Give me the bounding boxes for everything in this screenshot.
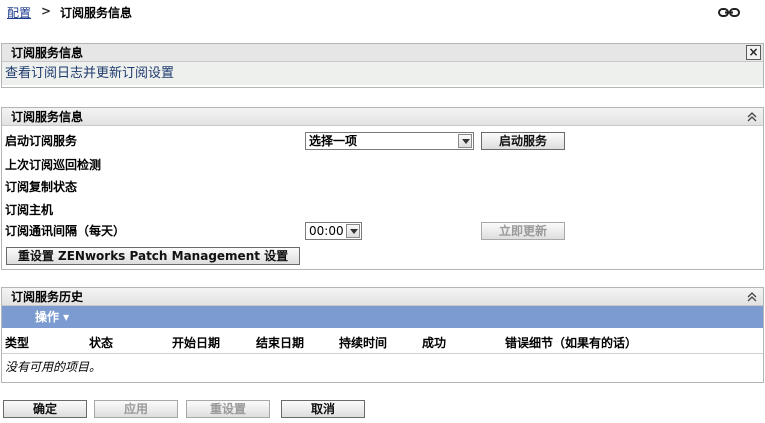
breadcrumb-separator: >	[41, 4, 52, 18]
update-now-button[interactable]: 立即更新	[481, 222, 565, 240]
column-header[interactable]: 结束日期	[256, 334, 304, 351]
table-header: 类型 状态 开始日期 结束日期 持续时间 成功 错误细节（如果有的话）	[2, 328, 763, 354]
info-panel-header: 订阅服务信息 ×	[2, 44, 763, 62]
link-icon[interactable]	[718, 7, 740, 19]
last-poll-label: 上次订阅巡回检测	[5, 158, 102, 172]
info-panel: 订阅服务信息 × 查看订阅日志并更新订阅设置	[1, 43, 764, 88]
replication-status-label: 订阅复制状态	[5, 180, 78, 194]
interval-label: 订阅通讯间隔（每天）	[5, 224, 126, 238]
column-header[interactable]: 持续时间	[339, 334, 387, 351]
history-panel-title: 订阅服务历史	[11, 290, 84, 304]
column-header[interactable]: 状态	[89, 334, 113, 351]
action-menu[interactable]: 操作 ▾	[35, 310, 69, 324]
apply-button[interactable]: 应用	[94, 400, 178, 418]
table-row: 没有可用的项目。	[2, 354, 763, 378]
breadcrumb-config-link[interactable]: 配置	[7, 4, 31, 21]
page-title: 订阅服务信息	[60, 6, 133, 20]
collapse-icon[interactable]	[746, 111, 758, 123]
action-bar: 操作 ▾	[2, 306, 763, 328]
info-description: 查看订阅日志并更新订阅设置	[2, 62, 763, 85]
column-header[interactable]: 错误细节（如果有的话）	[505, 334, 637, 351]
subscription-host-label: 订阅主机	[5, 203, 54, 217]
reset-patch-settings-button[interactable]: 重设置 ZENworks Patch Management 设置	[6, 247, 300, 265]
collapse-icon[interactable]	[746, 291, 758, 303]
info-panel-title: 订阅服务信息	[11, 46, 84, 60]
column-header[interactable]: 开始日期	[172, 334, 220, 351]
start-service-select[interactable]: 选择一项	[305, 132, 474, 150]
service-panel-title: 订阅服务信息	[11, 110, 84, 124]
start-service-label: 启动订阅服务	[5, 134, 78, 148]
history-panel-header: 订阅服务历史	[2, 288, 763, 306]
service-panel-header: 订阅服务信息	[2, 108, 763, 126]
ok-button[interactable]: 确定	[3, 400, 87, 418]
start-service-select-value: 选择一项	[309, 134, 358, 148]
reset-button[interactable]: 重设置	[186, 400, 270, 418]
column-header[interactable]: 成功	[422, 334, 446, 351]
chevron-down-icon[interactable]	[458, 134, 472, 148]
service-panel: 订阅服务信息 启动订阅服务 上次订阅巡回检测 订阅复制状态 订阅主机 订阅通讯间…	[1, 107, 764, 270]
close-icon[interactable]: ×	[746, 45, 761, 60]
start-service-button[interactable]: 启动服务	[481, 132, 565, 150]
column-header[interactable]: 类型	[5, 334, 29, 351]
interval-select[interactable]: 00:00	[305, 222, 362, 240]
chevron-down-icon[interactable]	[346, 224, 360, 238]
empty-table-message: 没有可用的项目。	[5, 360, 102, 374]
history-panel: 订阅服务历史 操作 ▾ 类型 状态 开始日期 结束日期 持续时间 成功 错误细节…	[1, 287, 764, 383]
cancel-button[interactable]: 取消	[281, 400, 365, 418]
interval-select-value: 00:00	[309, 224, 344, 238]
